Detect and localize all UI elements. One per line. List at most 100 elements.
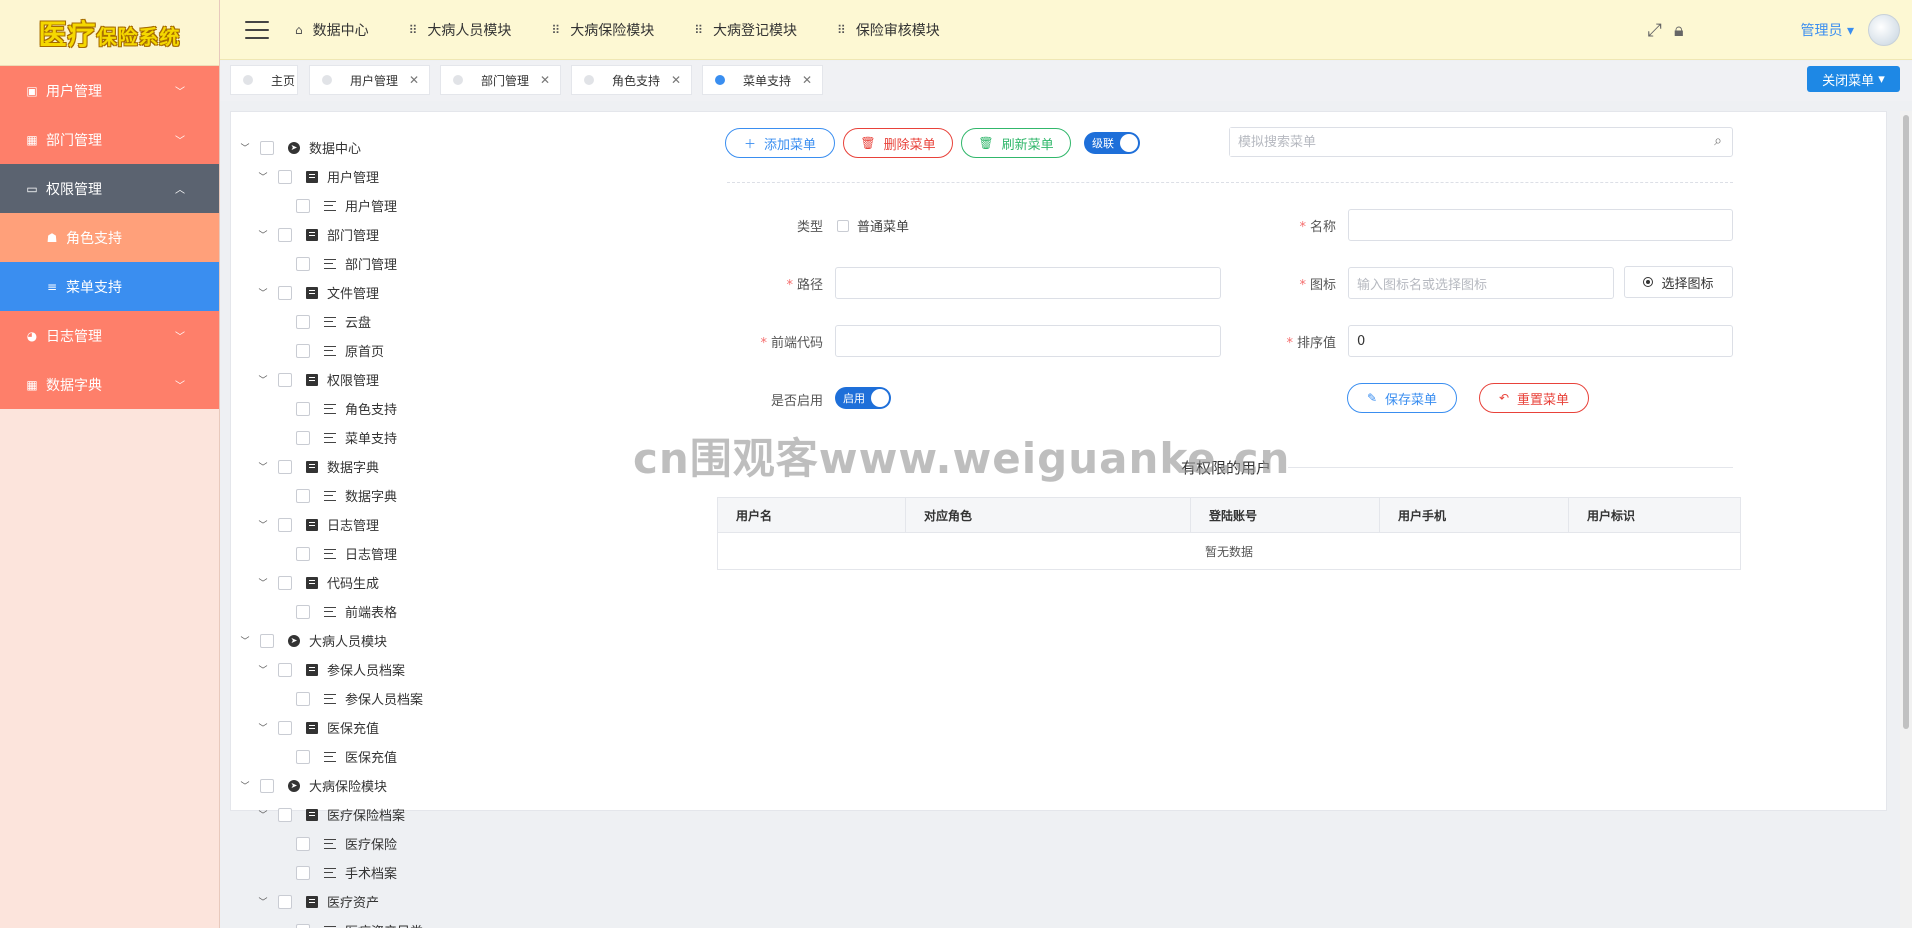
- nav-registration-module[interactable]: ⠿ 大病登记模块: [694, 20, 797, 40]
- expand-caret-icon[interactable]: ﹀: [258, 895, 268, 908]
- sidebar-item-role-support[interactable]: ☗ 角色支持: [0, 213, 219, 262]
- tree-node-level-2[interactable]: 角色支持: [240, 394, 560, 423]
- sidebar-item-user-management[interactable]: ▣ 用户管理 ﹀: [0, 66, 219, 115]
- expand-caret-icon[interactable]: ﹀: [258, 721, 268, 734]
- sidebar-item-permission-management[interactable]: ▭ 权限管理 ︿: [0, 164, 219, 213]
- tree-node-level-2[interactable]: 原首页: [240, 336, 560, 365]
- refresh-menu-button[interactable]: 🗑︎ 刷新菜单: [961, 128, 1071, 158]
- lock-icon[interactable]: 🔒︎: [1674, 20, 1684, 41]
- tree-node-level-1[interactable]: ﹀ 用户管理: [240, 162, 560, 191]
- expand-caret-icon[interactable]: ﹀: [258, 228, 268, 241]
- frontend-code-input[interactable]: [835, 325, 1221, 357]
- tree-node-level-0[interactable]: ﹀ ➤ 大病保险模块: [240, 771, 560, 800]
- tree-checkbox[interactable]: [296, 923, 310, 928]
- tree-checkbox[interactable]: [278, 894, 292, 909]
- icon-input[interactable]: 输入图标名或选择图标: [1348, 267, 1614, 299]
- tree-checkbox[interactable]: [296, 488, 310, 503]
- tree-node-level-1[interactable]: ﹀ 参保人员档案: [240, 655, 560, 684]
- expand-caret-icon[interactable]: ﹀: [258, 663, 268, 676]
- menu-search-input[interactable]: [1230, 128, 1690, 156]
- tree-node-level-2[interactable]: 云盘: [240, 307, 560, 336]
- user-menu[interactable]: 管理员 ▾: [1801, 20, 1854, 40]
- expand-caret-icon[interactable]: ﹀: [240, 634, 250, 647]
- tab-user-management[interactable]: 用户管理 ✕: [309, 65, 430, 95]
- close-icon[interactable]: ✕: [802, 73, 812, 87]
- tree-checkbox[interactable]: [278, 169, 292, 184]
- tree-node-level-2[interactable]: 数据字典: [240, 481, 560, 510]
- close-icon[interactable]: ✕: [540, 73, 550, 87]
- tree-checkbox[interactable]: [260, 778, 274, 793]
- tree-checkbox[interactable]: [296, 401, 310, 416]
- tree-node-level-1[interactable]: ﹀ 数据字典: [240, 452, 560, 481]
- expand-caret-icon[interactable]: ﹀: [258, 576, 268, 589]
- expand-caret-icon[interactable]: ﹀: [258, 373, 268, 386]
- expand-caret-icon[interactable]: ﹀: [240, 779, 250, 792]
- nav-audit-module[interactable]: ⠿ 保险审核模块: [837, 20, 940, 40]
- tree-node-level-2[interactable]: 部门管理: [240, 249, 560, 278]
- tree-checkbox[interactable]: [278, 285, 292, 300]
- page-scrollbar[interactable]: [1900, 111, 1912, 928]
- save-menu-button[interactable]: ✎ 保存菜单: [1347, 383, 1457, 413]
- tree-node-level-2[interactable]: 参保人员档案: [240, 684, 560, 713]
- tree-node-level-2[interactable]: 医疗资产目类: [240, 916, 560, 928]
- tree-checkbox[interactable]: [278, 662, 292, 677]
- tree-node-level-2[interactable]: 前端表格: [240, 597, 560, 626]
- sidebar-item-department-management[interactable]: ▦ 部门管理 ﹀: [0, 115, 219, 164]
- search-icon[interactable]: ⌕: [1714, 133, 1722, 149]
- nav-insurance-module[interactable]: ⠿ 大病保险模块: [551, 20, 654, 40]
- tree-node-level-1[interactable]: ﹀ 医保充值: [240, 713, 560, 742]
- tree-checkbox[interactable]: [296, 691, 310, 706]
- type-normal-menu-checkbox[interactable]: 普通菜单: [837, 216, 909, 235]
- name-input[interactable]: [1348, 209, 1733, 241]
- tree-node-level-0[interactable]: ﹀ ➤ 数据中心: [240, 133, 560, 162]
- tree-node-level-2[interactable]: 菜单支持: [240, 423, 560, 452]
- tree-checkbox[interactable]: [278, 575, 292, 590]
- avatar[interactable]: [1868, 14, 1900, 46]
- scrollbar-thumb[interactable]: [1903, 115, 1909, 729]
- expand-caret-icon[interactable]: ﹀: [258, 518, 268, 531]
- tree-node-level-0[interactable]: ﹀ ➤ 大病人员模块: [240, 626, 560, 655]
- expand-caret-icon[interactable]: ﹀: [240, 141, 250, 154]
- tree-checkbox[interactable]: [296, 604, 310, 619]
- tree-checkbox[interactable]: [296, 749, 310, 764]
- close-icon[interactable]: ✕: [671, 73, 681, 87]
- tree-node-level-1[interactable]: ﹀ 文件管理: [240, 278, 560, 307]
- close-menu-button[interactable]: 关闭菜单 ▾: [1807, 66, 1900, 92]
- tree-checkbox[interactable]: [296, 198, 310, 213]
- tree-checkbox[interactable]: [278, 372, 292, 387]
- tree-node-level-1[interactable]: ﹀ 权限管理: [240, 365, 560, 394]
- tree-checkbox[interactable]: [278, 227, 292, 242]
- tab-menu-support[interactable]: 菜单支持 ✕: [702, 65, 823, 95]
- pick-icon-button[interactable]: 选择图标: [1624, 266, 1733, 298]
- tree-checkbox[interactable]: [260, 633, 274, 648]
- cascade-switch[interactable]: 级联: [1084, 132, 1140, 154]
- expand-caret-icon[interactable]: ﹀: [258, 286, 268, 299]
- sidebar-item-data-dictionary[interactable]: ▦ 数据字典 ﹀: [0, 360, 219, 409]
- delete-menu-button[interactable]: 🗑︎ 删除菜单: [843, 128, 953, 158]
- tree-checkbox[interactable]: [296, 546, 310, 561]
- expand-caret-icon[interactable]: ﹀: [258, 460, 268, 473]
- nav-patient-module[interactable]: ⠿ 大病人员模块: [409, 20, 512, 40]
- tree-checkbox[interactable]: [278, 459, 292, 474]
- tree-checkbox[interactable]: [278, 517, 292, 532]
- sort-input[interactable]: 0: [1348, 325, 1733, 357]
- tree-checkbox[interactable]: [296, 430, 310, 445]
- hamburger-menu-icon[interactable]: [245, 20, 269, 39]
- sidebar-item-log-management[interactable]: ◕ 日志管理 ﹀: [0, 311, 219, 360]
- tree-node-level-1[interactable]: ﹀ 医疗保险档案: [240, 800, 560, 829]
- tree-checkbox[interactable]: [278, 720, 292, 735]
- reset-menu-button[interactable]: ↶ 重置菜单: [1479, 383, 1589, 413]
- tree-node-level-2[interactable]: 用户管理: [240, 191, 560, 220]
- tab-department-management[interactable]: 部门管理 ✕: [440, 65, 561, 95]
- nav-data-center[interactable]: ⌂ 数据中心: [295, 20, 369, 40]
- tree-node-level-2[interactable]: 医保充值: [240, 742, 560, 771]
- tree-node-level-2[interactable]: 手术档案: [240, 858, 560, 887]
- tree-node-level-1[interactable]: ﹀ 日志管理: [240, 510, 560, 539]
- enabled-switch[interactable]: 启用: [835, 387, 891, 409]
- menu-search[interactable]: ⌕: [1229, 127, 1733, 157]
- tree-checkbox[interactable]: [296, 314, 310, 329]
- expand-caret-icon[interactable]: ﹀: [258, 170, 268, 183]
- tree-checkbox[interactable]: [296, 836, 310, 851]
- tree-node-level-1[interactable]: ﹀ 部门管理: [240, 220, 560, 249]
- tree-checkbox[interactable]: [296, 865, 310, 880]
